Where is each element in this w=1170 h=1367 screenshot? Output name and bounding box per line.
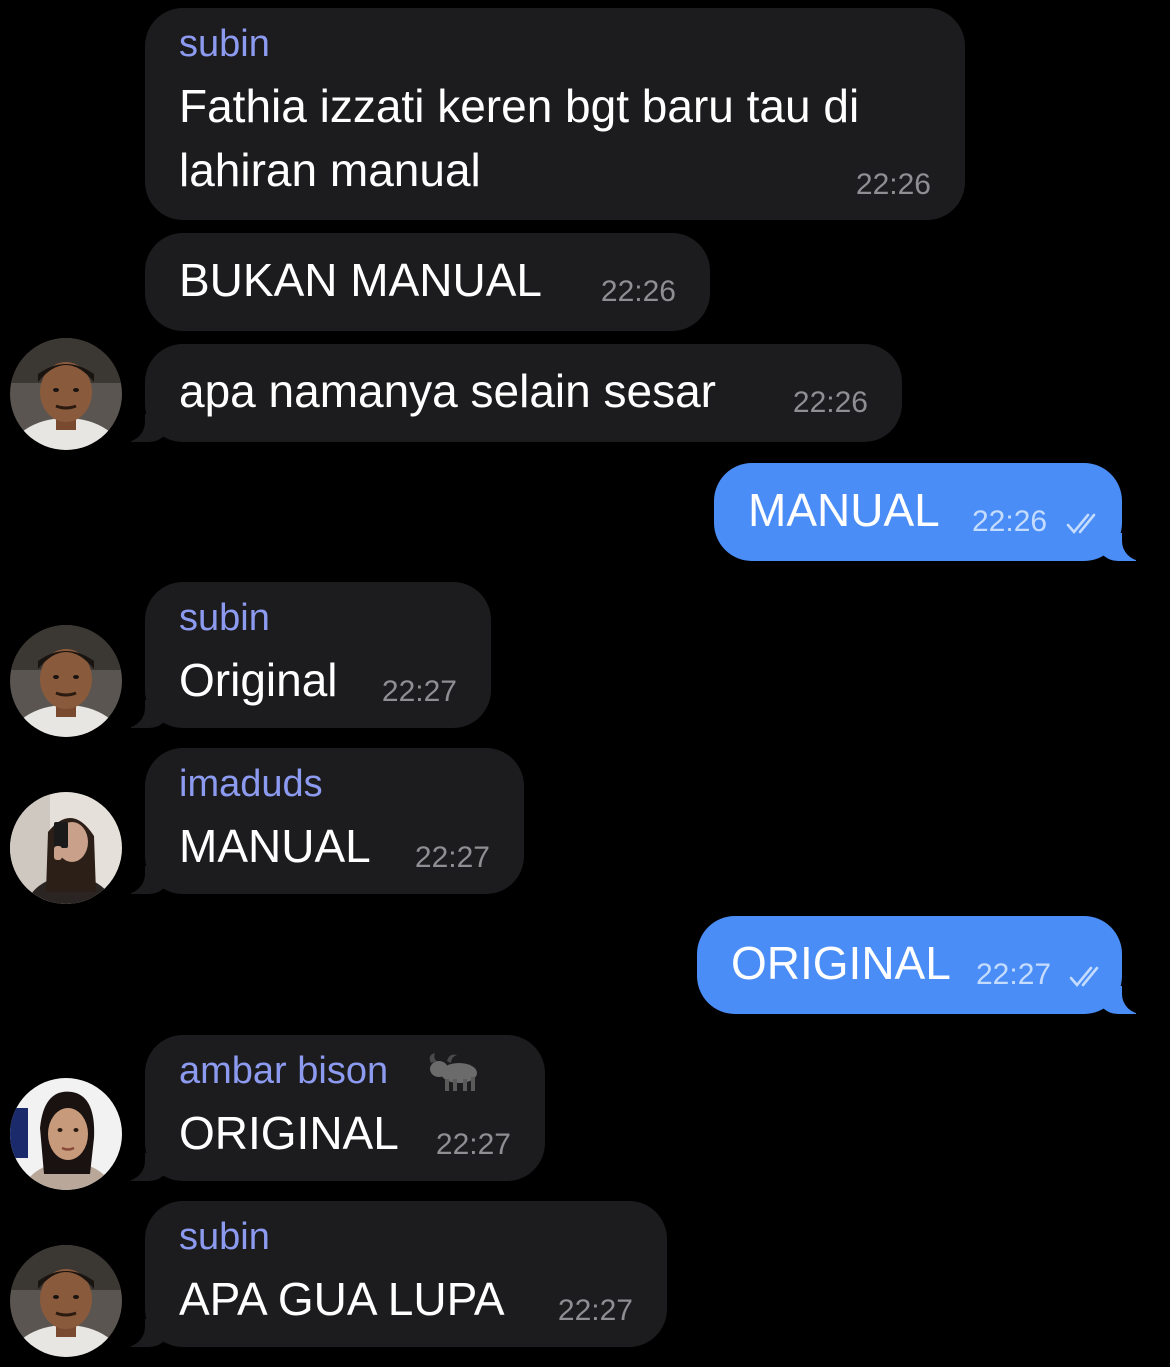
message-time: 22:27 [381,675,457,708]
message-text: APA GUA LUPA [179,1273,505,1325]
message-bubble-outgoing[interactable]: ORIGINAL 22:27 [697,916,1156,1014]
sender-name[interactable]: imaduds [179,762,323,806]
water-buffalo-emoji-icon [429,1053,477,1091]
avatar-photo [10,625,122,737]
message-text: BUKAN MANUAL [179,254,542,306]
avatar-photo [10,1245,122,1357]
message-bubble[interactable]: subin APA GUA LUPA 22:27 [111,1201,667,1347]
avatar-subin[interactable] [10,338,122,450]
sender-name[interactable]: ambar bison [179,1049,388,1093]
message-time: 22:27 [976,958,1052,991]
message-text: Fathia izzati keren bgt baru tau di [179,80,860,132]
message-text: ORIGINAL [731,937,951,989]
message-time: 22:27 [414,841,490,874]
read-checkmark-icon [1069,966,1099,988]
message-time: 22:26 [972,505,1048,538]
message-text: MANUAL [748,484,940,536]
message-text: MANUAL [179,820,371,872]
sender-name[interactable]: subin [179,22,270,66]
avatar-subin[interactable] [10,1245,122,1357]
message-bubble[interactable]: BUKAN MANUAL 22:26 [145,233,710,331]
avatar-photo [10,338,122,450]
message-bubble[interactable]: imaduds MANUAL 22:27 [111,748,524,894]
avatar-subin[interactable] [10,625,122,737]
avatar-photo [10,792,122,904]
message-text: lahiran manual [179,144,481,196]
message-bubble[interactable]: apa namanya selain sesar 22:26 [111,344,902,442]
message-bubble[interactable]: subin Original 22:27 [111,582,491,728]
message-time: 22:26 [600,275,676,308]
message-bubble[interactable]: subin Fathia izzati keren bgt baru tau d… [145,8,965,220]
sender-name[interactable]: subin [179,1215,270,1259]
message-text: apa namanya selain sesar [179,365,716,417]
message-text: ORIGINAL [179,1107,399,1159]
message-text: Original [179,654,338,706]
message-bubble[interactable]: ambar bison ORIGINAL 22:27 [111,1035,545,1181]
message-time: 22:27 [557,1294,633,1327]
avatar-imaduds[interactable] [10,792,122,904]
message-time: 22:26 [855,168,931,201]
sender-name[interactable]: subin [179,596,270,640]
message-time: 22:26 [792,386,868,419]
message-bubble-outgoing[interactable]: MANUAL 22:26 [714,463,1156,561]
avatar-ambar-bison[interactable] [10,1078,122,1190]
message-time: 22:27 [435,1128,511,1161]
avatar-photo [10,1078,122,1190]
read-checkmark-icon [1066,513,1096,535]
